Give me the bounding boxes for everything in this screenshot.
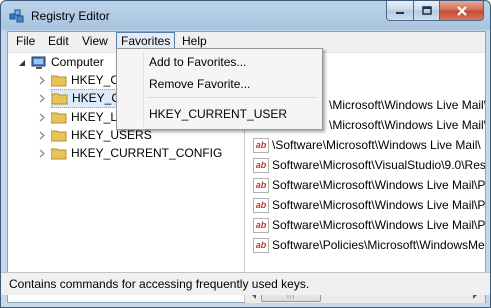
list-item[interactable]: ab Software\Microsoft\Windows Live Mail\… [253, 176, 485, 195]
string-value-icon: ab [253, 238, 269, 253]
maximize-icon [421, 6, 432, 15]
computer-icon [30, 56, 48, 70]
list-item[interactable]: ab Software\Microsoft\VisualStudio\9.0\R… [253, 156, 485, 175]
string-value-icon: ab [253, 198, 269, 213]
value-data: \Software\Microsoft\Windows Live Mail\ [272, 138, 481, 152]
registry-editor-window: Registry Editor File Edit View Favorites… [0, 0, 491, 308]
tree-label: HKEY_C [72, 91, 121, 105]
value-data: Software\Policies\Microsoft\WindowsMe [272, 238, 485, 252]
list-item[interactable]: \Microsoft\Windows Live Mail\F [329, 96, 485, 115]
expand-arrow-icon[interactable] [39, 94, 45, 103]
close-button[interactable] [440, 1, 484, 21]
menu-gutter [143, 51, 144, 127]
tree-label: Computer [51, 55, 104, 69]
menu-item-remove-favorite[interactable]: Remove Favorite... [149, 74, 250, 94]
value-data: Software\Microsoft\Windows Live Mail\P [272, 218, 485, 232]
expand-arrow-icon[interactable] [39, 76, 45, 85]
string-value-icon: ab [253, 158, 269, 173]
close-icon [456, 5, 467, 16]
folder-icon [51, 147, 67, 160]
value-data: Software\Microsoft\VisualStudio\9.0\Reso [272, 158, 485, 172]
string-value-icon: ab [253, 218, 269, 233]
status-bar: Contains commands for accessing frequent… [1, 272, 490, 295]
tree-label: HKEY_CURRENT_CONFIG [71, 146, 223, 160]
tree-item-hkey-current-user[interactable]: HKEY_C [39, 89, 124, 108]
status-text: Contains commands for accessing frequent… [9, 277, 310, 291]
window-title: Registry Editor [31, 9, 110, 23]
menu-view[interactable]: View [78, 33, 112, 50]
maximize-button[interactable] [414, 1, 440, 21]
value-data: \Microsoft\Windows Live Mail\F [329, 118, 485, 132]
folder-icon [51, 74, 67, 87]
folder-icon [52, 92, 68, 105]
tree-label: HKEY_L [71, 110, 118, 124]
string-value-icon: ab [253, 138, 269, 153]
minimize-icon [396, 11, 404, 14]
value-data: Software\Microsoft\Windows Live Mail\P [272, 198, 485, 212]
folder-icon [51, 111, 67, 124]
list-item[interactable]: ab Software\Policies\Microsoft\WindowsMe [253, 236, 485, 255]
collapse-arrow-icon[interactable] [18, 59, 26, 67]
minimize-button[interactable] [386, 1, 414, 21]
list-item[interactable]: ab Software\Microsoft\Windows Live Mail\… [253, 196, 485, 215]
list-item[interactable]: ab Software\Microsoft\Windows Live Mail\… [253, 216, 485, 235]
menu-separator [147, 97, 317, 98]
expand-arrow-icon[interactable] [39, 149, 45, 158]
string-value-icon: ab [253, 178, 269, 193]
expand-arrow-icon[interactable] [39, 131, 45, 140]
folder-icon [51, 129, 67, 142]
value-data: \Microsoft\Windows Live Mail\F [329, 98, 485, 112]
expand-arrow-icon[interactable] [39, 113, 45, 122]
menu-file[interactable]: File [12, 33, 39, 50]
tree-item-hkey-classes-root[interactable]: HKEY_C [39, 72, 119, 89]
tree-label: HKEY_C [71, 73, 120, 87]
tree-item-hkey-local-machine[interactable]: HKEY_L [39, 109, 117, 126]
menu-item-add-to-favorites[interactable]: Add to Favorites... [149, 52, 246, 72]
menu-edit[interactable]: Edit [44, 33, 73, 50]
tree-item-hkey-current-config[interactable]: HKEY_CURRENT_CONFIG [39, 145, 222, 162]
menu-item-favorite-hkey-current-user[interactable]: HKEY_CURRENT_USER [149, 104, 287, 124]
list-item[interactable]: \Microsoft\Windows Live Mail\F [329, 116, 485, 135]
title-bar[interactable]: Registry Editor [1, 1, 490, 31]
list-item[interactable]: ab \Software\Microsoft\Windows Live Mail… [253, 136, 481, 155]
selected-tree-item[interactable]: HKEY_C [51, 89, 124, 108]
value-data: Software\Microsoft\Windows Live Mail\P [272, 178, 485, 192]
registry-icon [9, 8, 25, 24]
tree-item-computer[interactable]: Computer [18, 54, 104, 71]
favorites-dropdown-menu: Add to Favorites... Remove Favorite... H… [116, 48, 323, 130]
